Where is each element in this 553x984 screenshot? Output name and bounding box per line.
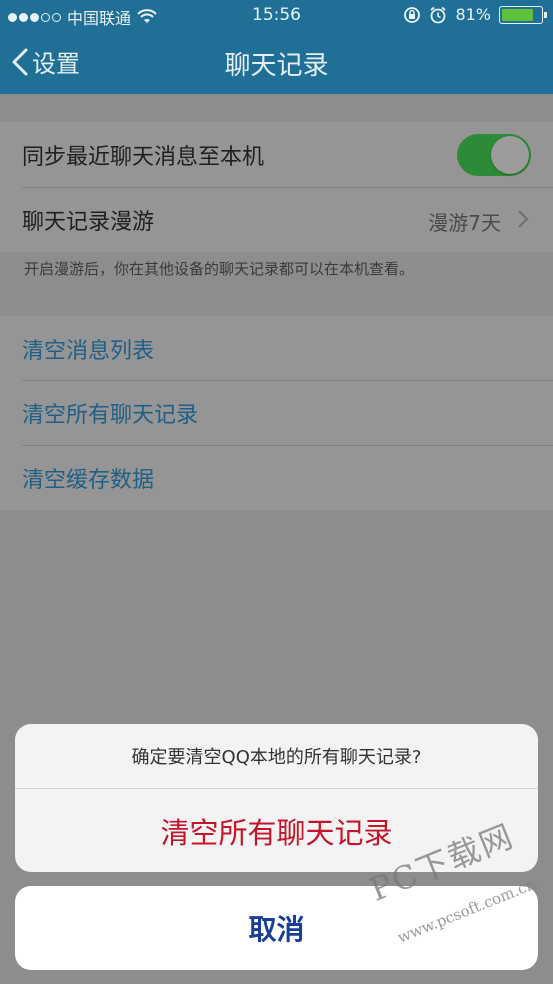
alarm-icon [430,6,447,23]
sync-recent-messages-row: 同步最近聊天消息至本机 [0,122,553,187]
status-bar: 中国联通 15:56 81% [0,0,553,30]
sync-settings-group: 同步最近聊天消息至本机 聊天记录漫游 漫游7天 [0,122,553,252]
clear-message-list-row[interactable]: 清空消息列表 [0,316,553,381]
action-sheet-title: 确定要清空QQ本地的所有聊天记录? [131,747,422,768]
sync-toggle[interactable] [457,134,531,176]
history-roaming-row[interactable]: 聊天记录漫游 漫游7天 [0,187,553,252]
clear-cache-row[interactable]: 清空缓存数据 [0,445,553,510]
cancel-button[interactable]: 取消 [15,886,538,970]
clear-message-list-label: 清空消息列表 [22,338,155,364]
battery-icon [499,5,547,24]
clear-cache-label: 清空缓存数据 [22,467,155,493]
roaming-hint: 开启漫游后，你在其他设备的聊天记录都可以在本机查看。 [24,260,415,278]
sync-recent-messages-label: 同步最近聊天消息至本机 [22,144,265,170]
battery-percent: 81% [455,5,491,24]
navigation-bar: 设置 聊天记录 [0,30,553,94]
status-right: 81% [403,5,547,24]
screen: 中国联通 15:56 81% 设置 聊天记录 同步最近聊天消息至本机 聊天记录漫… [0,0,553,984]
page-title: 聊天记录 [224,51,329,81]
chevron-right-icon [518,210,529,228]
clear-all-history-label: 清空所有聊天记录 [22,402,199,428]
battery-fill [502,8,533,21]
rotation-lock-icon [404,6,421,23]
history-roaming-label: 聊天记录漫游 [22,209,155,235]
toggle-knob [491,136,529,174]
clear-data-group: 清空消息列表 清空所有聊天记录 清空缓存数据 [0,316,553,510]
roaming-value: 漫游7天 [428,211,501,235]
clear-all-history-row[interactable]: 清空所有聊天记录 [0,380,553,445]
